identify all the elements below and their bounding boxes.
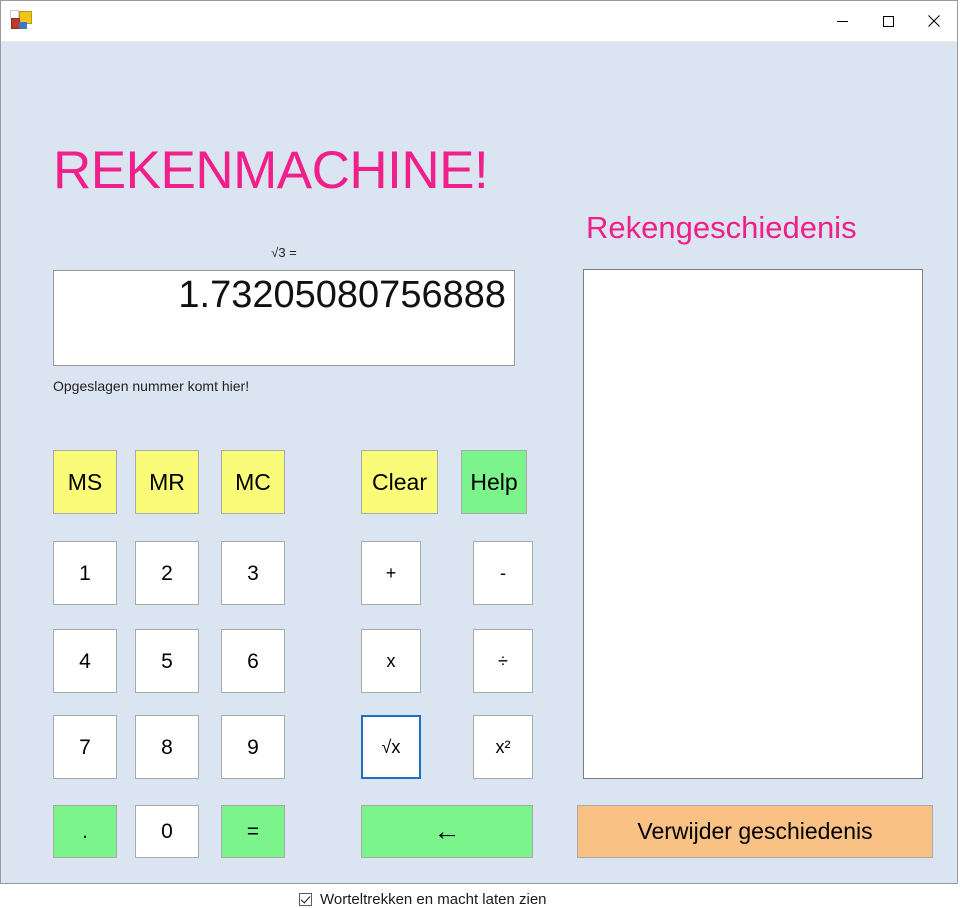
digit-1-button[interactable]: 1 <box>53 541 117 605</box>
add-button[interactable]: + <box>361 541 421 605</box>
delete-history-button[interactable]: Verwijder geschiedenis <box>577 805 933 858</box>
history-list <box>584 270 922 274</box>
subtract-button[interactable]: - <box>473 541 533 605</box>
minimize-button[interactable] <box>819 1 865 41</box>
title-bar <box>1 1 957 42</box>
memory-recall-button[interactable]: MR <box>135 450 199 514</box>
help-button[interactable]: Help <box>461 450 527 514</box>
show-sqrt-power-label: Worteltrekken en macht laten zien <box>320 891 547 908</box>
digit-8-button[interactable]: 8 <box>135 715 199 779</box>
memory-clear-button[interactable]: MC <box>221 450 285 514</box>
digit-3-button[interactable]: 3 <box>221 541 285 605</box>
close-button[interactable] <box>911 1 957 41</box>
show-sqrt-power-option[interactable]: Worteltrekken en macht laten zien <box>299 891 547 908</box>
history-listbox[interactable] <box>583 269 923 779</box>
equals-button[interactable]: = <box>221 805 285 858</box>
show-sqrt-power-checkbox[interactable] <box>299 893 312 906</box>
digit-9-button[interactable]: 9 <box>221 715 285 779</box>
digit-0-button[interactable]: 0 <box>135 805 199 858</box>
equation-label: √3 = <box>271 245 297 260</box>
backspace-button[interactable]: ← <box>361 805 533 858</box>
maximize-icon <box>882 15 894 27</box>
client-area: REKENMACHINE! Rekengeschiedenis √3 = 1.7… <box>1 42 957 908</box>
digit-5-button[interactable]: 5 <box>135 629 199 693</box>
close-icon <box>928 15 940 27</box>
memory-store-button[interactable]: MS <box>53 450 117 514</box>
application-window: REKENMACHINE! Rekengeschiedenis √3 = 1.7… <box>0 0 958 908</box>
square-button[interactable]: x² <box>473 715 533 779</box>
multiply-button[interactable]: x <box>361 629 421 693</box>
digit-6-button[interactable]: 6 <box>221 629 285 693</box>
display-value: 1.73205080756888 <box>178 274 506 316</box>
divide-button[interactable]: ÷ <box>473 629 533 693</box>
app-icon <box>10 10 32 32</box>
clear-button[interactable]: Clear <box>361 450 438 514</box>
memory-hint-label: Opgeslagen nummer komt hier! <box>53 378 250 394</box>
history-panel-title: Rekengeschiedenis <box>586 210 857 245</box>
digit-2-button[interactable]: 2 <box>135 541 199 605</box>
digit-7-button[interactable]: 7 <box>53 715 117 779</box>
page-title: REKENMACHINE! <box>53 141 489 200</box>
minimize-icon <box>836 20 848 22</box>
square-root-button[interactable]: √x <box>361 715 421 779</box>
decimal-point-button[interactable]: . <box>53 805 117 858</box>
maximize-button[interactable] <box>865 1 911 41</box>
digit-4-button[interactable]: 4 <box>53 629 117 693</box>
calculator-display[interactable]: 1.73205080756888 <box>53 270 515 366</box>
